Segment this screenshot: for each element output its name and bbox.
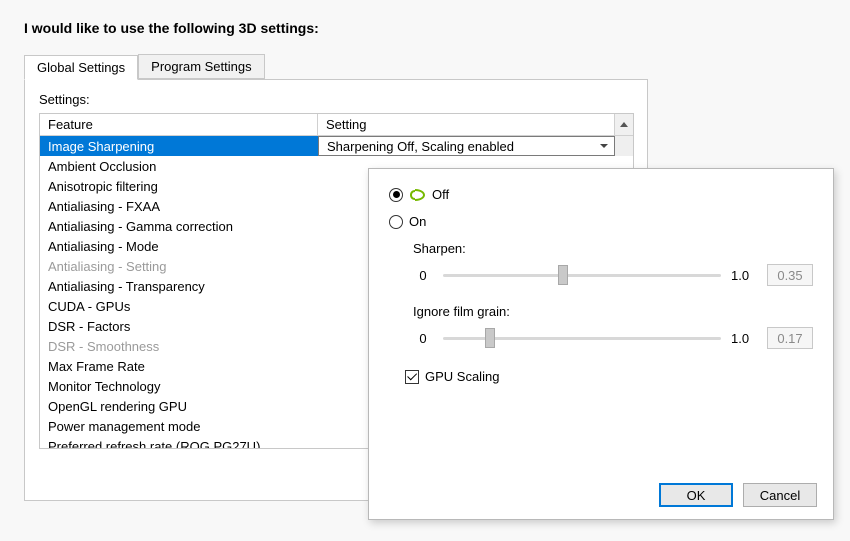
feature-cell: Image Sharpening [40,136,318,156]
radio-on-label: On [409,214,426,229]
sharpen-value-box: 0.35 [767,264,813,286]
gpu-scaling-label: GPU Scaling [425,369,499,384]
feature-cell: Antialiasing - Mode [40,236,318,256]
window-root: I would like to use the following 3D set… [0,0,850,541]
feature-cell: Antialiasing - Gamma correction [40,216,318,236]
radio-off-row[interactable]: Off [389,187,813,202]
table-header: Feature Setting [40,114,633,136]
scroll-up-button[interactable] [615,114,633,135]
feature-cell: Preferred refresh rate (ROG PG27U) [40,436,318,448]
feature-cell: OpenGL rendering GPU [40,396,318,416]
button-row: OK Cancel [659,483,817,507]
feature-cell: DSR - Factors [40,316,318,336]
radio-on[interactable] [389,215,403,229]
chevron-down-icon [600,144,608,148]
sharpen-slider[interactable] [443,265,721,285]
tab-global-settings[interactable]: Global Settings [24,55,138,80]
sharpen-min: 0 [413,268,433,283]
image-sharpening-popup: Off On Sharpen: 0 1.0 0.35 Ignore film g… [368,168,834,520]
setting-dropdown[interactable]: Sharpening Off, Scaling enabled [318,136,615,156]
cancel-button[interactable]: Cancel [743,483,817,507]
slider-thumb[interactable] [558,265,568,285]
grain-max: 1.0 [731,331,757,346]
feature-cell: Anisotropic filtering [40,176,318,196]
feature-cell: Max Frame Rate [40,356,318,376]
page-title: I would like to use the following 3D set… [24,20,826,36]
ignore-grain-label: Ignore film grain: [413,304,813,319]
gpu-scaling-row[interactable]: GPU Scaling [405,369,813,384]
feature-cell: Antialiasing - Setting [40,256,318,276]
setting-value: Sharpening Off, Scaling enabled [327,139,514,154]
feature-cell: DSR - Smoothness [40,336,318,356]
slider-track [443,274,721,277]
feature-cell: Ambient Occlusion [40,156,318,176]
nvidia-logo-icon [409,188,426,201]
table-row[interactable]: Image Sharpening Sharpening Off, Scaling … [40,136,633,156]
feature-cell: Antialiasing - Transparency [40,276,318,296]
grain-value-box: 0.17 [767,327,813,349]
sharpen-slider-row: 0 1.0 0.35 [413,264,813,286]
tab-program-settings[interactable]: Program Settings [138,54,264,79]
on-subpanel: Sharpen: 0 1.0 0.35 Ignore film grain: 0… [413,241,813,349]
column-header-setting[interactable]: Setting [318,114,615,135]
settings-label: Settings: [39,92,633,107]
radio-off[interactable] [389,188,403,202]
grain-slider[interactable] [443,328,721,348]
grain-min: 0 [413,331,433,346]
feature-cell: Power management mode [40,416,318,436]
chevron-up-icon [620,122,628,127]
ok-button[interactable]: OK [659,483,733,507]
column-header-feature[interactable]: Feature [40,114,318,135]
radio-off-label: Off [432,187,449,202]
grain-slider-row: 0 1.0 0.17 [413,327,813,349]
gpu-scaling-checkbox[interactable] [405,370,419,384]
tab-label: Program Settings [151,59,251,74]
radio-on-row[interactable]: On [389,214,813,229]
slider-thumb[interactable] [485,328,495,348]
feature-cell: Antialiasing - FXAA [40,196,318,216]
tab-strip: Global Settings Program Settings [24,54,826,79]
feature-cell: CUDA - GPUs [40,296,318,316]
feature-cell: Monitor Technology [40,376,318,396]
tab-label: Global Settings [37,60,125,75]
sharpen-label: Sharpen: [413,241,813,256]
sharpen-max: 1.0 [731,268,757,283]
